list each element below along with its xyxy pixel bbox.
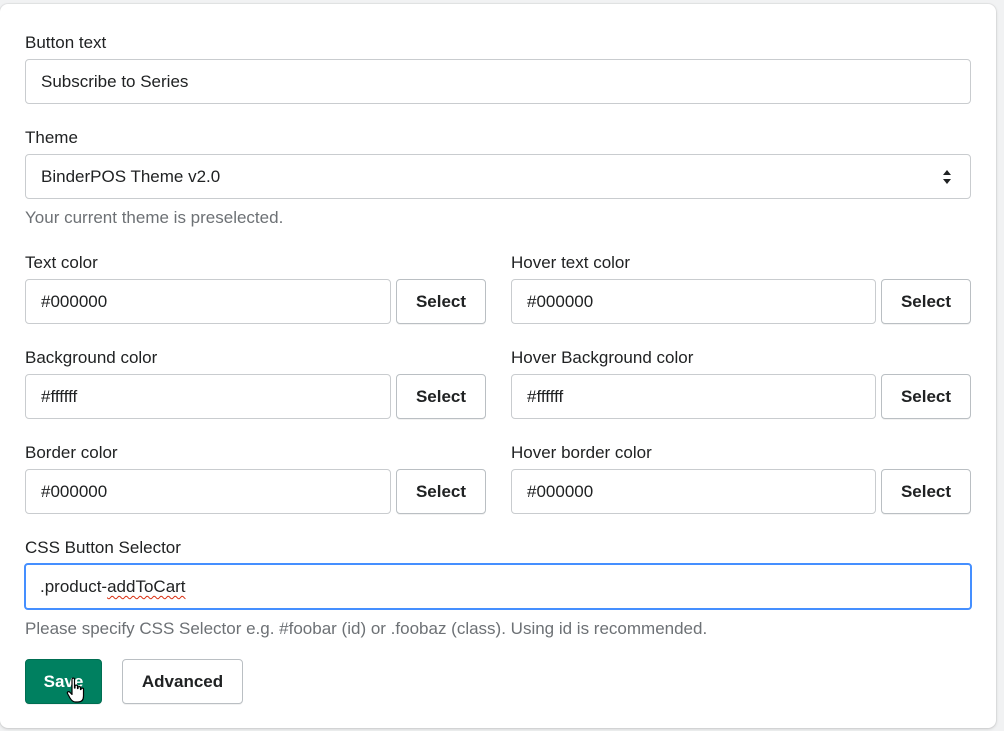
hand-pointer-icon <box>66 677 85 703</box>
css-selector-value-misspelled: addToCart <box>107 577 186 596</box>
css-selector-input[interactable]: .product-addToCart <box>24 563 972 610</box>
hover-text-color-select-button[interactable]: Select <box>881 279 971 324</box>
button-text-input[interactable]: Subscribe to Series <box>25 59 971 104</box>
border-color-input[interactable]: #000000 <box>25 469 391 514</box>
hover-border-color-input[interactable]: #000000 <box>511 469 876 514</box>
border-color-select-button[interactable]: Select <box>396 469 486 514</box>
hover-text-color-label: Hover text color <box>511 253 631 272</box>
theme-select[interactable]: BinderPOS Theme v2.0 <box>25 154 971 199</box>
save-button[interactable]: Save <box>25 659 102 704</box>
theme-select-value: BinderPOS Theme v2.0 <box>41 167 221 186</box>
css-selector-value-prefix: .product- <box>40 577 108 596</box>
background-color-input[interactable]: #ffffff <box>25 374 391 419</box>
settings-card: Button text Subscribe to Series Theme Bi… <box>0 4 996 728</box>
button-text-label: Button text <box>25 33 107 52</box>
advanced-button[interactable]: Advanced <box>122 659 243 704</box>
border-color-label: Border color <box>25 443 118 462</box>
css-selector-help-text: Please specify CSS Selector e.g. #foobar… <box>25 619 708 638</box>
text-color-label: Text color <box>25 253 98 272</box>
text-color-input[interactable]: #000000 <box>25 279 391 324</box>
theme-label: Theme <box>25 128 78 147</box>
css-selector-label: CSS Button Selector <box>25 538 181 557</box>
hover-background-color-input[interactable]: #ffffff <box>511 374 876 419</box>
theme-help-text: Your current theme is preselected. <box>25 208 284 227</box>
background-color-label: Background color <box>25 348 158 367</box>
text-color-select-button[interactable]: Select <box>396 279 486 324</box>
background-color-select-button[interactable]: Select <box>396 374 486 419</box>
hover-text-color-input[interactable]: #000000 <box>511 279 876 324</box>
up-down-chevron-icon <box>943 170 951 184</box>
hover-background-color-label: Hover Background color <box>511 348 694 367</box>
hover-background-color-select-button[interactable]: Select <box>881 374 971 419</box>
hover-border-color-label: Hover border color <box>511 443 652 462</box>
hover-border-color-select-button[interactable]: Select <box>881 469 971 514</box>
